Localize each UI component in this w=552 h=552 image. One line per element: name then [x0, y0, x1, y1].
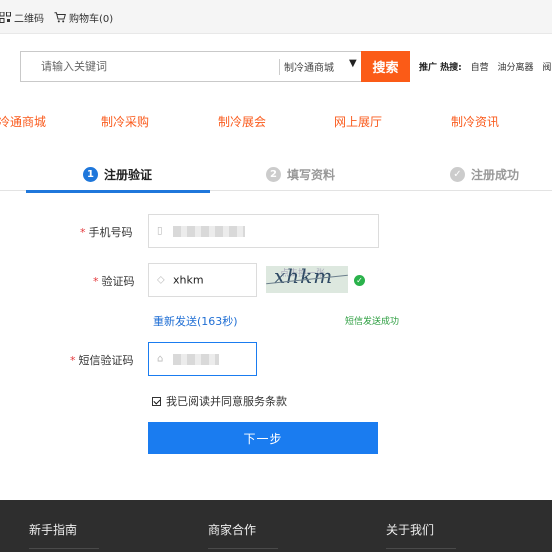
sms-code-label: * 短信验证码 [70, 352, 134, 368]
resend-link[interactable]: 重新发送(163秒) [153, 313, 238, 329]
step-label: 注册验证 [104, 168, 153, 182]
footer-rule [386, 548, 456, 549]
step-number-icon: 2 [266, 167, 281, 182]
captcha-value: xhkm [173, 273, 204, 287]
qr-code-label: 二维码 [14, 14, 44, 25]
step-label: 注册成功 [471, 168, 520, 182]
shield-icon: ◇ [157, 274, 165, 286]
cart-icon [54, 12, 66, 23]
search-box: 制冷通商城 ▼ [20, 51, 362, 82]
captcha-field[interactable]: ◇ xhkm [148, 263, 257, 297]
hot-term[interactable]: 油分离器 [498, 63, 534, 73]
step-label: 填写资料 [287, 168, 336, 182]
step-success: ✓ 注册成功 [450, 166, 519, 183]
phone-value-redacted [173, 226, 245, 237]
nav-item-purchase[interactable]: 制冷采购 [101, 113, 149, 130]
caret-down-icon[interactable]: ▼ [349, 58, 357, 69]
footer-rule [208, 548, 278, 549]
phone-field[interactable]: ▯ [148, 214, 379, 248]
check-circle-icon: ✓ [450, 167, 465, 182]
check-icon: ✓ [354, 275, 365, 286]
required-mark: * [70, 354, 76, 367]
agree-label: 我已阅读并同意服务条款 [166, 395, 287, 408]
sms-sent-status: 短信发送成功 [345, 317, 400, 327]
qr-code-link[interactable]: 二维码 [0, 10, 44, 25]
cart-label: 购物车(0) [69, 14, 114, 25]
sms-code-field[interactable]: ⌂ [148, 342, 257, 376]
phone-label: * 手机号码 [80, 224, 133, 240]
top-bar: 二维码 购物车(0) [0, 0, 552, 34]
nav-item-exhibition[interactable]: 制冷展会 [218, 113, 266, 130]
agree-terms[interactable]: 我已阅读并同意服务条款 [152, 393, 287, 409]
nav-item-online-hall[interactable]: 网上展厅 [334, 113, 382, 130]
hot-search: 推广 热搜: 自营 油分离器 阀门 [419, 60, 552, 73]
step-fill-info: 2 填写资料 [266, 166, 335, 183]
phone-icon: ▯ [157, 225, 163, 237]
next-button[interactable]: 下一步 [148, 422, 378, 454]
captcha-image[interactable]: 点击换一张 xhkm [266, 266, 348, 293]
footer-about[interactable]: 关于我们 [386, 521, 434, 538]
footer: 新手指南 商家合作 关于我们 [0, 500, 552, 552]
search-divider [279, 59, 280, 75]
search-input[interactable] [21, 52, 279, 81]
nav-item-news[interactable]: 制冷资讯 [451, 113, 499, 130]
search-scope-select[interactable]: 制冷通商城 [284, 59, 334, 74]
cart-link[interactable]: 购物车(0) [54, 10, 113, 25]
step-number-icon: 1 [83, 167, 98, 182]
sms-code-value-redacted [173, 354, 219, 365]
steps-active-indicator [26, 190, 210, 193]
sms-code-label-text: 短信验证码 [78, 354, 134, 367]
hot-search-prefix: 推广 热搜: [419, 63, 462, 73]
captcha-label: * 验证码 [93, 273, 135, 289]
hot-term[interactable]: 自营 [471, 63, 489, 73]
footer-cooperation[interactable]: 商家合作 [208, 521, 256, 538]
lock-icon: ⌂ [157, 353, 164, 365]
footer-rule [29, 548, 99, 549]
agree-checkbox[interactable] [152, 396, 161, 406]
step-verify: 1 注册验证 [83, 166, 152, 183]
nav-item-mall[interactable]: 冷通商城 [0, 113, 46, 130]
hot-term[interactable]: 阀门 [542, 63, 552, 73]
required-mark: * [93, 275, 99, 288]
footer-guide[interactable]: 新手指南 [29, 521, 77, 538]
search-button[interactable]: 搜索 [361, 51, 410, 82]
required-mark: * [80, 226, 86, 239]
captcha-label-text: 验证码 [101, 275, 135, 288]
qr-code-icon [0, 12, 11, 23]
phone-label-text: 手机号码 [88, 226, 133, 239]
